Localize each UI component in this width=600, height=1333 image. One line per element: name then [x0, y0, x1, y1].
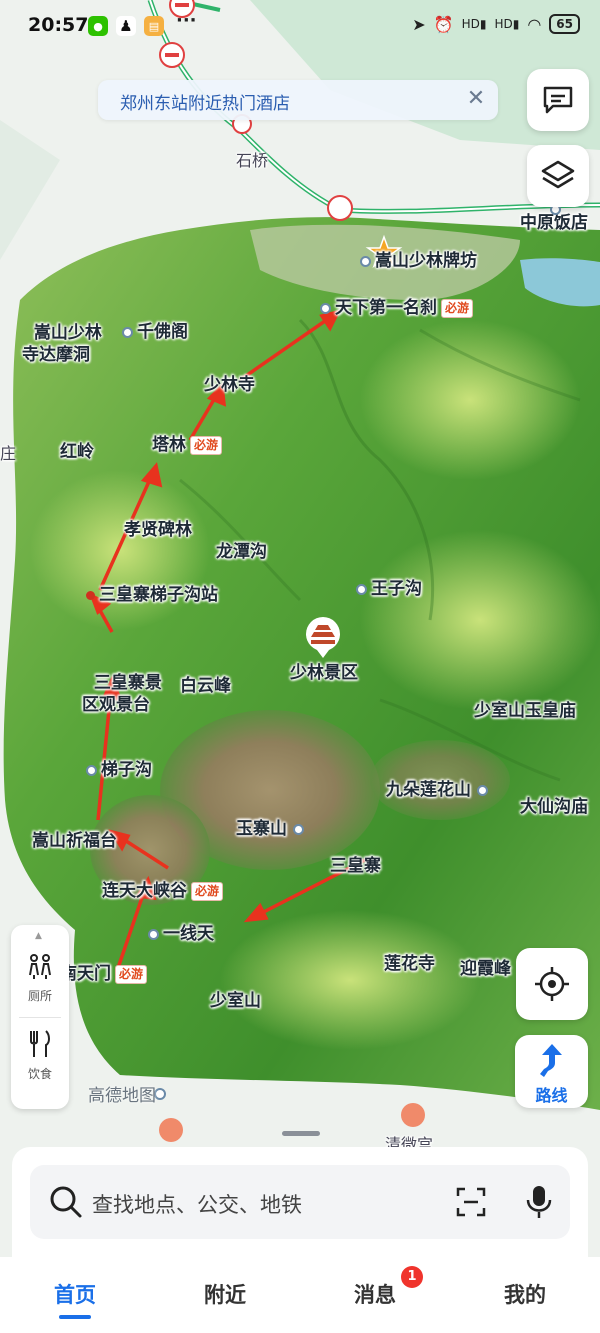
microphone-icon[interactable]: [525, 1184, 553, 1220]
tab-mine[interactable]: 我的: [485, 1279, 565, 1309]
tab-home[interactable]: 首页: [35, 1279, 115, 1309]
hotel-banner[interactable]: 郑州东站附近热门酒店 ✕: [98, 80, 498, 120]
station-dot-icon: [86, 590, 95, 600]
messages-badge: 1: [401, 1266, 423, 1288]
facility-panel: ▲ 厕所 饮食: [11, 925, 69, 1109]
poi-sanhuang-station[interactable]: 三皇寨梯子沟站: [86, 584, 218, 606]
layers-icon: [541, 160, 575, 189]
poi-longtan[interactable]: 龙潭沟: [216, 541, 267, 563]
signal-icon-1: HD▮: [461, 17, 487, 31]
scan-icon[interactable]: [455, 1186, 487, 1218]
must-visit-tag: 必游: [441, 298, 474, 318]
poi-damo-cave[interactable]: 嵩山少林 寺达摩洞: [22, 300, 102, 366]
map-watermark: 高德地图: [88, 1086, 156, 1106]
poi-xiaoxian[interactable]: 孝贤碑林: [124, 519, 192, 541]
status-bar: 20:57 ● ♟ ▤ ··· ➤ ⏰ HD▮ HD▮ ◠ 65: [0, 0, 600, 54]
poi-talin[interactable]: 塔林 必游: [152, 434, 223, 456]
poi-sanhuangzhai[interactable]: 三皇寨: [330, 855, 381, 877]
sheet-drag-handle[interactable]: [282, 1131, 320, 1136]
locate-icon: [535, 967, 569, 1001]
poi-liantian[interactable]: 连天大峡谷 必游: [102, 880, 224, 902]
route-label: 路线: [535, 1086, 568, 1105]
poi-yuzhai[interactable]: 玉寨山: [236, 818, 308, 840]
status-app-icons: ● ♟ ▤: [88, 16, 164, 36]
poi-tizigou[interactable]: 梯子沟: [86, 759, 152, 781]
alarm-icon: ⏰: [433, 14, 454, 34]
poi-dot-icon: [148, 928, 159, 940]
search-input[interactable]: 查找地点、公交、地铁: [92, 1189, 302, 1219]
must-visit-tag: 必游: [191, 881, 224, 901]
poi-honglin[interactable]: 红岭: [60, 441, 94, 463]
divider: [19, 1017, 61, 1018]
search-box[interactable]: 查找地点、公交、地铁: [30, 1165, 570, 1239]
close-icon[interactable]: ✕: [462, 84, 490, 114]
poi-sanhuang-viewpoint[interactable]: 三皇寨景 区观景台: [82, 650, 162, 716]
message-button[interactable]: [527, 69, 589, 131]
toilet-button[interactable]: 厕所: [11, 953, 69, 1004]
poi-tianxia[interactable]: 天下第一名刹 必游: [320, 297, 474, 319]
poi-yingxia[interactable]: 迎霞峰: [460, 958, 511, 980]
notification-app-icon: ▤: [144, 16, 164, 36]
poi-lianhuasi[interactable]: 莲花寺: [384, 953, 435, 975]
poi-baiyun[interactable]: 白云峰: [180, 675, 231, 697]
more-notifications-icon: ···: [176, 10, 197, 31]
poi-shaoshi-yuhuang[interactable]: 少室山玉皇庙: [474, 700, 576, 722]
poi-dot-icon: [122, 326, 133, 338]
wechat-icon: ●: [88, 16, 108, 36]
poi-jiuduo[interactable]: 九朵莲花山: [386, 779, 492, 801]
route-icon: [540, 1044, 562, 1077]
active-tab-indicator: [59, 1315, 91, 1319]
must-visit-tag: 必游: [115, 964, 148, 984]
poi-dot-icon: [360, 255, 371, 267]
must-visit-tag: 必游: [190, 435, 223, 455]
signal-icon-2: HD▮: [494, 17, 520, 31]
battery-icon: 65: [549, 14, 580, 34]
route-button[interactable]: 路线: [515, 1035, 588, 1108]
poi-nantianmen[interactable]: 南天门 必游: [60, 963, 148, 985]
layers-button[interactable]: [527, 145, 589, 207]
poi-qianfo[interactable]: 千佛阁: [122, 321, 188, 343]
poi-wangzi[interactable]: 王子沟: [356, 578, 422, 600]
toilet-label: 厕所: [27, 989, 52, 1003]
location-icon: ➤: [412, 14, 426, 34]
dining-button[interactable]: 饮食: [11, 1029, 69, 1082]
poi-dot-icon: [320, 302, 331, 314]
poi-dot-icon: [293, 823, 304, 835]
toilet-icon: [29, 954, 51, 979]
status-indicators: ➤ ⏰ HD▮ HD▮ ◠ 65: [412, 14, 580, 34]
poi-qifutai[interactable]: 嵩山祈福台: [32, 830, 117, 852]
poi-yixiantian[interactable]: 一线天: [148, 923, 214, 945]
fork-knife-icon: [30, 1030, 50, 1057]
locate-button[interactable]: [516, 948, 588, 1020]
bottom-sheet: 查找地点、公交、地铁: [12, 1147, 588, 1267]
tab-bar: 首页 附近 消息 我的: [0, 1257, 600, 1333]
poi-scenic-area[interactable]: 少林景区: [290, 662, 358, 684]
qq-icon: ♟: [116, 16, 136, 36]
poi-zhongyuan-hotel[interactable]: 中原饭店: [520, 204, 588, 234]
search-icon: [50, 1186, 82, 1218]
poi-dot-icon: [477, 784, 488, 796]
road-label: 石桥: [236, 151, 269, 170]
status-time: 20:57: [28, 14, 89, 36]
poi-shaolin-temple[interactable]: 少林寺: [204, 374, 255, 396]
poi-paifang[interactable]: 嵩山少林牌坊: [360, 250, 477, 272]
poi-daxian[interactable]: 大仙沟庙: [520, 796, 588, 818]
collapse-arrow-icon[interactable]: ▲: [35, 931, 42, 941]
message-icon: [543, 86, 573, 114]
wifi-icon: ◠: [527, 14, 542, 34]
tab-nearby[interactable]: 附近: [185, 1279, 265, 1309]
banner-text[interactable]: 郑州东站附近热门酒店: [120, 89, 290, 114]
poi-dot-icon: [86, 764, 97, 776]
dining-label: 饮食: [27, 1067, 52, 1081]
poi-dot-icon: [356, 583, 367, 595]
poi-edge-zhuang[interactable]: 庄: [0, 443, 16, 465]
poi-shaoshishan[interactable]: 少室山: [210, 990, 261, 1012]
